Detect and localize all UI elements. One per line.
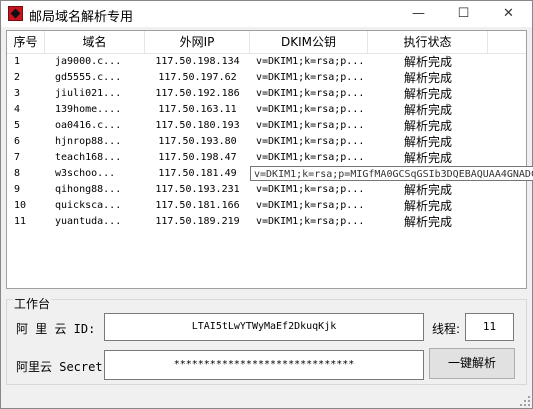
cell-ip: 117.50.189.219 xyxy=(155,216,240,227)
resize-grip-icon[interactable] xyxy=(520,396,530,406)
cell-status: 解析完成 xyxy=(403,215,452,229)
cell-ip: 117.50.181.49 xyxy=(158,168,237,179)
dkim-tooltip: v=DKIM1;k=rsa;p=MIGfMA0GCSqGSIb3DQEBAQUA… xyxy=(250,166,533,181)
cell-domain: qihong88... xyxy=(55,184,122,195)
cell-ip: 117.50.198.134 xyxy=(155,56,240,67)
cell-index: 3 xyxy=(14,88,21,99)
minimize-button[interactable]: — xyxy=(396,1,441,27)
cell-index: 5 xyxy=(14,120,21,131)
cell-status: 解析完成 xyxy=(403,55,452,69)
cell-ip: 117.50.198.47 xyxy=(158,152,237,163)
cell-dkim: v=DKIM1;k=rsa;p... xyxy=(256,184,365,195)
cell-domain: jiuli021... xyxy=(55,88,122,99)
cell-status: 解析完成 xyxy=(403,135,452,149)
cell-domain: teach168... xyxy=(55,152,122,163)
title-bar[interactable]: 邮局域名解析专用 — ☐ ✕ xyxy=(1,1,532,27)
cell-dkim: v=DKIM1;k=rsa;p... xyxy=(256,104,365,115)
table-row[interactable]: 5 oa0416.c... 117.50.180.193 v=DKIM1;k=rsa;… xyxy=(7,118,526,134)
threads-label: 线程: xyxy=(432,322,461,336)
cell-ip: 117.50.193.231 xyxy=(155,184,240,195)
cell-domain: 139home.... xyxy=(55,104,122,115)
cell-index: 11 xyxy=(14,216,27,227)
cell-ip: 117.50.180.193 xyxy=(155,120,240,131)
aliyun-id-label: 阿 里 云 ID: xyxy=(16,322,96,336)
table-row[interactable]: 10 quicksca... 117.50.181.166 v=DKIM1;k=rsa… xyxy=(7,198,526,214)
workbench-legend: 工作台 xyxy=(13,295,52,312)
cell-index: 8 xyxy=(14,168,21,179)
cell-domain: quicksca... xyxy=(55,200,122,211)
cell-domain: ja9000.c... xyxy=(55,56,122,67)
cell-dkim: v=DKIM1;k=rsa;p... xyxy=(256,120,365,131)
table-row[interactable]: 7 teach168... 117.50.198.47 v=DKIM1;k=rsa;p… xyxy=(7,150,526,166)
table-row[interactable]: 6 hjnrop88... 117.50.193.80 v=DKIM1;k=rsa;p… xyxy=(7,134,526,150)
column-header-index[interactable]: 序号 xyxy=(7,31,45,53)
cell-dkim: v=DKIM1;k=rsa;p... xyxy=(256,136,365,147)
cell-dkim: v=DKIM1;k=rsa;p... xyxy=(256,216,365,227)
table-row[interactable]: 1 ja9000.c... 117.50.198.134 v=DKIM1;k=rsa;… xyxy=(7,54,526,70)
column-header-ip[interactable]: 外网IP xyxy=(145,31,250,53)
cell-ip: 117.50.163.11 xyxy=(158,104,237,115)
column-header-domain[interactable]: 域名 xyxy=(45,31,145,53)
cell-dkim: v=DKIM1;k=rsa;p... xyxy=(256,88,365,99)
cell-status: 解析完成 xyxy=(403,199,452,213)
cell-ip: 117.50.192.186 xyxy=(155,88,240,99)
cell-index: 1 xyxy=(14,56,21,67)
table-row[interactable]: 4 139home.... 117.50.163.11 v=DKIM1;k=rsa;p… xyxy=(7,102,526,118)
maximize-button[interactable]: ☐ xyxy=(441,1,486,27)
table-row[interactable]: 11 yuantuda... 117.50.189.219 v=DKIM1;k=rsa… xyxy=(7,214,526,230)
app-icon xyxy=(8,6,23,21)
cell-ip: 117.50.181.166 xyxy=(155,200,240,211)
cell-dkim: v=DKIM1;k=rsa;p... xyxy=(256,200,365,211)
cell-domain: yuantuda... xyxy=(55,216,122,227)
column-header-dkim[interactable]: DKIM公钥 xyxy=(250,31,368,53)
secret-label: 阿里云 Secret: xyxy=(16,360,110,374)
table-row[interactable]: 9 qihong88... 117.50.193.231 v=DKIM1;k=rsa;… xyxy=(7,182,526,198)
threads-input[interactable]: 11 xyxy=(465,313,514,341)
cell-index: 6 xyxy=(14,136,21,147)
one-click-resolve-button[interactable]: 一键解析 xyxy=(429,348,515,379)
cell-dkim: v=DKIM1;k=rsa;p... xyxy=(256,152,365,163)
cell-status: 解析完成 xyxy=(403,151,452,165)
cell-index: 10 xyxy=(14,200,27,211)
cell-domain: hjnrop88... xyxy=(55,136,122,147)
cell-index: 2 xyxy=(14,72,21,83)
cell-status: 解析完成 xyxy=(403,87,452,101)
main-window: 邮局域名解析专用 — ☐ ✕ 序号 域名 外网IP DKIM公钥 执行状态 1 j… xyxy=(0,0,533,409)
domain-table[interactable]: 序号 域名 外网IP DKIM公钥 执行状态 1 ja9000.c... 117.5… xyxy=(6,30,527,289)
aliyun-id-input[interactable]: LTAI5tLwYTWyMaEf2DkuqKjk xyxy=(104,313,424,341)
cell-domain: oa0416.c... xyxy=(55,120,122,131)
cell-index: 9 xyxy=(14,184,21,195)
secret-input[interactable]: ****************************** xyxy=(104,350,424,380)
window-title: 邮局域名解析专用 xyxy=(29,10,134,25)
cell-ip: 117.50.193.80 xyxy=(158,136,237,147)
close-button[interactable]: ✕ xyxy=(486,1,531,27)
cell-dkim: v=DKIM1;k=rsa;p... xyxy=(256,56,365,67)
cell-status: 解析完成 xyxy=(403,103,452,117)
cell-status: 解析完成 xyxy=(403,119,452,133)
cell-ip: 117.50.197.62 xyxy=(158,72,237,83)
table-row[interactable]: 3 jiuli021... 117.50.192.186 v=DKIM1;k=rsa;… xyxy=(7,86,526,102)
cell-dkim: v=DKIM1;k=rsa;p... xyxy=(256,72,365,83)
table-header: 序号 域名 外网IP DKIM公钥 执行状态 xyxy=(7,31,526,54)
cell-domain: gd5555.c... xyxy=(55,72,122,83)
cell-status: 解析完成 xyxy=(403,183,452,197)
cell-index: 4 xyxy=(14,104,21,115)
cell-index: 7 xyxy=(14,152,21,163)
column-header-status[interactable]: 执行状态 xyxy=(368,31,488,53)
table-row[interactable]: 2 gd5555.c... 117.50.197.62 v=DKIM1;k=rsa;p… xyxy=(7,70,526,86)
cell-status: 解析完成 xyxy=(403,71,452,85)
cell-domain: w3schoo... xyxy=(55,168,116,179)
